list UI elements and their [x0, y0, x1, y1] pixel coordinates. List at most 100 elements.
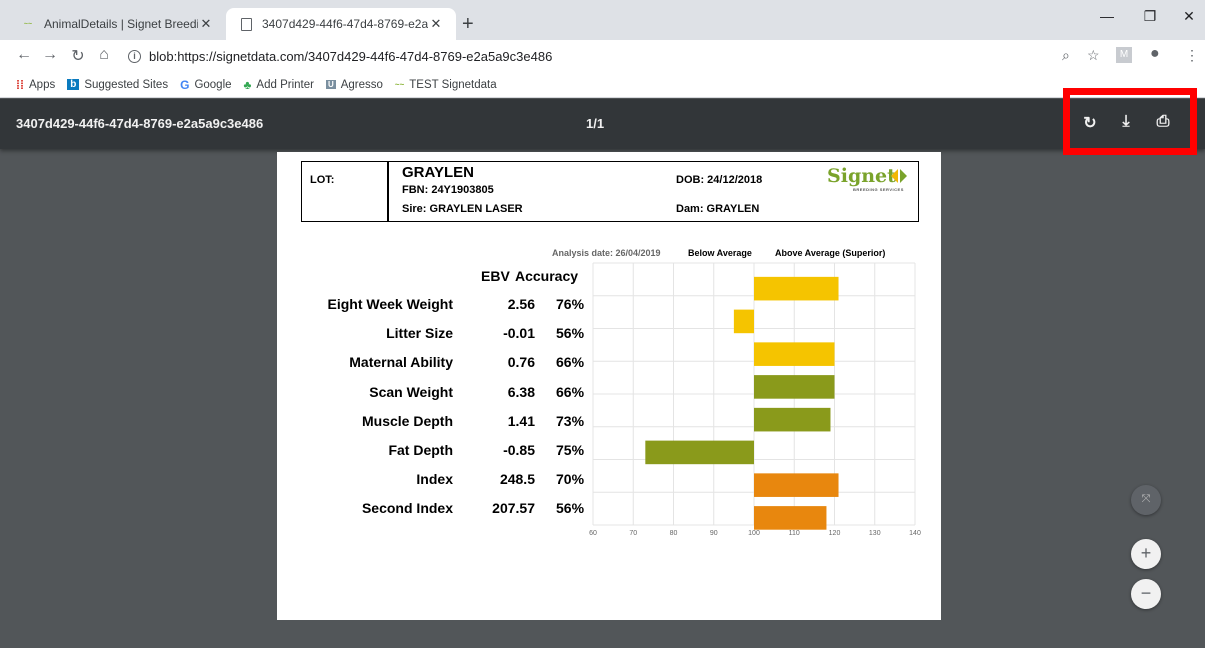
analysis-date: Analysis date: 26/04/2019 [552, 248, 661, 258]
menu-icon[interactable]: ⋮ [1185, 47, 1199, 64]
trait-accuracy: 56% [556, 325, 585, 342]
trait-row: Scan Weight 6.38 66% [277, 378, 607, 406]
zoom-out-button[interactable]: − [1131, 579, 1161, 609]
home-icon[interactable]: ⌂ [94, 46, 114, 64]
above-average-label: Above Average (Superior) [775, 248, 886, 258]
forward-icon[interactable]: → [40, 46, 60, 64]
x-tick-label: 130 [869, 530, 881, 537]
profile-icon[interactable]: ● [1150, 45, 1160, 63]
x-tick-label: 60 [589, 530, 597, 537]
x-tick-label: 80 [670, 530, 678, 537]
animal-name: GRAYLEN [402, 164, 474, 181]
ebv-header: EBV [481, 268, 510, 284]
pdf-title: 3407d429-44f6-47d4-8769-e2a5a9c3e486 [16, 116, 264, 131]
bing-icon: b [67, 79, 80, 90]
reload-icon[interactable]: ↻ [68, 46, 88, 66]
tab-title: AnimalDetails | Signet Breeding [44, 17, 198, 31]
pdf-toolbar: 3407d429-44f6-47d4-8769-e2a5a9c3e486 1/1… [0, 99, 1205, 149]
bar [645, 440, 754, 465]
trait-row: Litter Size -0.01 56% [277, 319, 607, 347]
pdf-page: LOT: GRAYLEN FBN: 24Y1903805 Sire: GRAYL… [277, 152, 941, 620]
accuracy-header: Accuracy [515, 268, 579, 284]
trait-name: Maternal Ability [349, 354, 453, 371]
bookmark-label: Add Printer [256, 78, 314, 91]
trait-accuracy: 66% [556, 383, 585, 400]
bar [754, 276, 839, 301]
fit-page-icon[interactable]: ⤧ [1131, 485, 1161, 515]
sire: Sire: GRAYLEN LASER [402, 203, 523, 215]
bookmark-add-printer[interactable]: ♣ Add Printer [244, 78, 314, 92]
signet-favicon: ~~ [23, 20, 33, 28]
bookmark-suggested-sites[interactable]: b Suggested Sites [67, 79, 168, 91]
trait-name: Muscle Depth [361, 412, 453, 429]
tab-pdf[interactable]: 3407d429-44f6-47d4-8769-e2a5 ✕ [226, 8, 456, 40]
animal-header: LOT: GRAYLEN FBN: 24Y1903805 Sire: GRAYL… [301, 161, 919, 222]
page-indicator: 1/1 [586, 116, 605, 131]
new-tab-button[interactable]: + [462, 14, 474, 34]
x-tick-label: 100 [748, 530, 760, 537]
minimize-icon[interactable]: — [1092, 8, 1122, 24]
trait-accuracy: 66% [556, 354, 585, 371]
trait-name: Fat Depth [388, 442, 453, 458]
google-icon: G [180, 77, 190, 92]
trait-ebv: 1.41 [507, 412, 535, 429]
bar [754, 375, 835, 399]
zoom-in-button[interactable]: + [1131, 539, 1161, 569]
trait-name: Eight Week Weight [327, 296, 454, 312]
trait-ebv: -0.85 [503, 442, 535, 458]
bookmark-label: TEST Signetdata [409, 78, 497, 91]
trait-row: Fat Depth -0.85 75% [277, 436, 607, 464]
trait-name: Second Index [361, 500, 453, 517]
trait-name: Index [416, 471, 453, 488]
trait-row: Eight Week Weight 2.56 76% [277, 290, 607, 318]
bar [754, 506, 827, 530]
printer-bookmark-icon: ♣ [243, 77, 252, 92]
bookmark-agresso[interactable]: U Agresso [325, 78, 383, 91]
trait-ebv: 2.56 [507, 296, 535, 312]
restore-icon[interactable]: ❐ [1135, 8, 1165, 25]
bookmark-star-icon[interactable]: ☆ [1087, 47, 1100, 64]
zoom-icon[interactable]: ⌕ [1062, 47, 1070, 64]
ebv-chart: 60 70 80 90 100 110 120 130 140 [589, 262, 921, 537]
trait-accuracy: 56% [556, 500, 585, 517]
fbn: FBN: 24Y1903805 [402, 184, 494, 196]
document-icon [238, 17, 254, 31]
trait-ebv: 207.57 [492, 500, 535, 517]
trait-name: Scan Weight [369, 383, 453, 400]
bookmark-label: Agresso [340, 78, 383, 91]
tab-title: 3407d429-44f6-47d4-8769-e2a5 [262, 17, 428, 31]
bookmark-google[interactable]: G Google [180, 78, 231, 92]
bookmark-label: Google [194, 78, 232, 91]
bar [754, 342, 835, 366]
trait-accuracy: 70% [556, 471, 585, 488]
close-icon[interactable]: ✕ [198, 16, 214, 32]
signet-logo: Signet BREEDING SERVICES [827, 165, 917, 195]
bar [733, 309, 754, 334]
bar [754, 473, 839, 497]
bookmark-test-signetdata[interactable]: ~~ TEST Signetdata [395, 79, 497, 91]
tab-animal-details[interactable]: ~~ AnimalDetails | Signet Breeding ✕ [8, 8, 226, 40]
trait-accuracy: 76% [556, 296, 585, 312]
dam: Dam: GRAYLEN [676, 203, 760, 215]
trait-accuracy: 73% [556, 412, 585, 429]
lot-label: LOT: [310, 174, 335, 186]
url-text: blob:https://signetdata.com/3407d429-44f… [149, 48, 553, 64]
highlight-box [1063, 88, 1197, 155]
x-tick-label: 140 [909, 530, 921, 537]
browser-toolbar: ← → ↻ ⌂ i blob:https://signetdata.com/34… [0, 40, 1205, 72]
address-bar[interactable]: i blob:https://signetdata.com/3407d429-4… [128, 44, 1148, 68]
bookmarks-bar: ⁞⁞ Apps b Suggested Sites G Google ♣ Add… [0, 72, 1205, 98]
apps-grid-icon: ⁞⁞ [16, 77, 24, 92]
bookmark-apps[interactable]: ⁞⁞ Apps [16, 78, 55, 92]
extension-icon[interactable]: M [1116, 47, 1132, 63]
bar [754, 407, 831, 432]
trait-name: Litter Size [386, 325, 453, 342]
dob: DOB: 24/12/2018 [676, 174, 763, 186]
window-close-icon[interactable]: ✕ [1174, 8, 1204, 25]
bookmark-label: Apps [29, 78, 56, 91]
info-icon[interactable]: i [128, 49, 141, 63]
trait-accuracy: 75% [556, 442, 585, 458]
close-icon[interactable]: ✕ [428, 16, 444, 32]
x-tick-label: 120 [829, 530, 841, 537]
back-icon[interactable]: ← [14, 46, 34, 64]
